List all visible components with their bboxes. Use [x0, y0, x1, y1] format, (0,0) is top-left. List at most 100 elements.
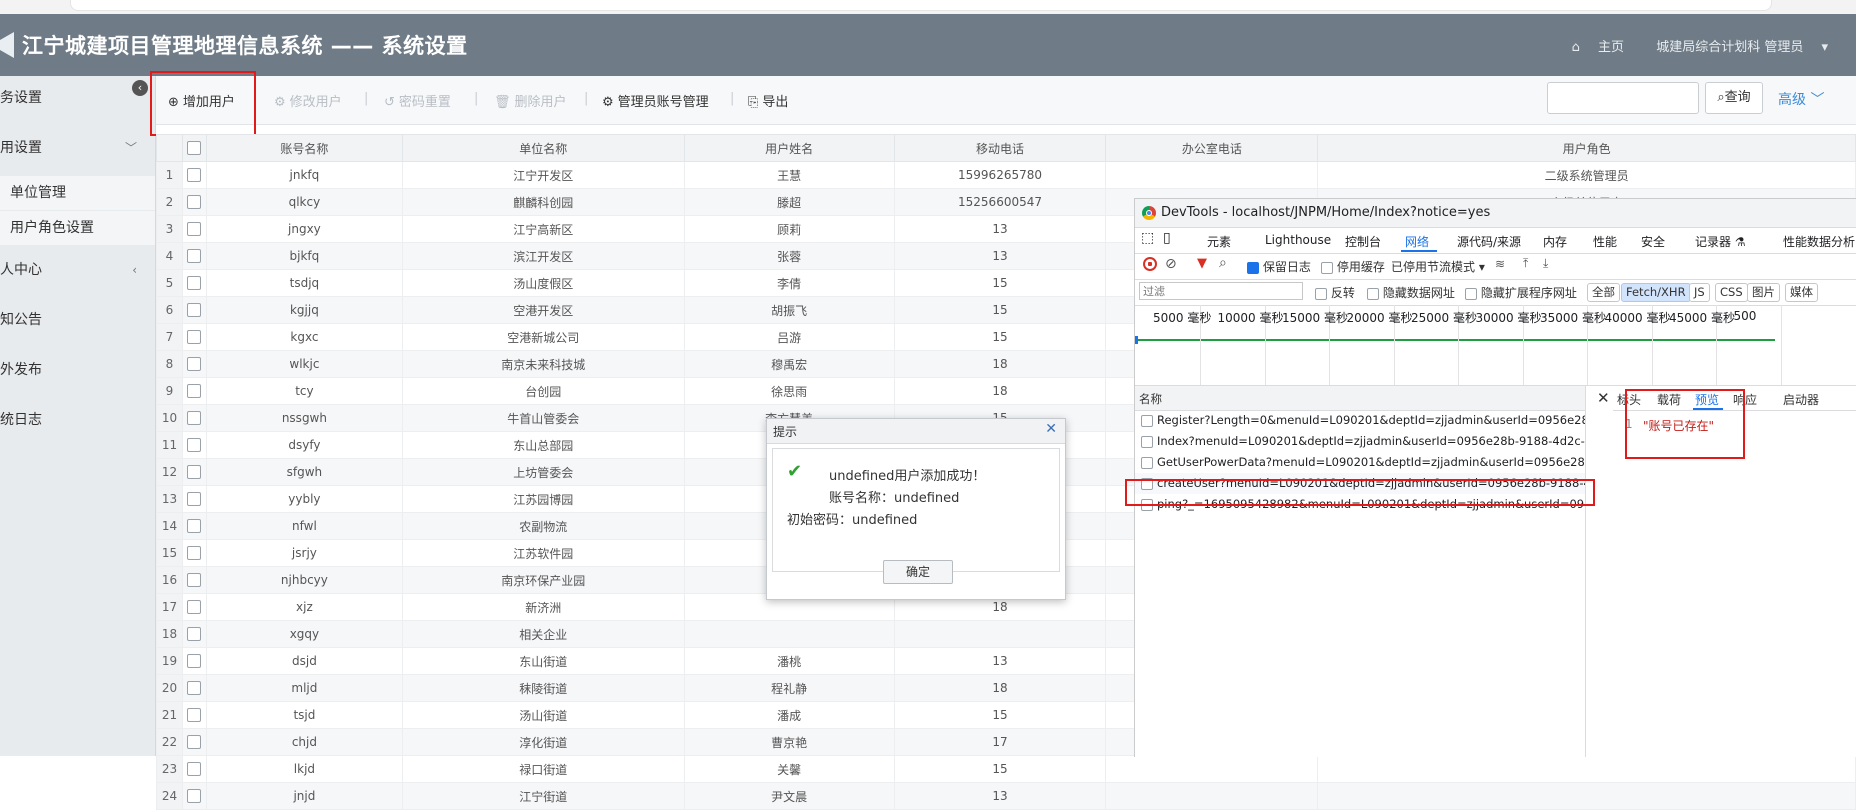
sidebar-item-system-log[interactable]: 统日志 [0, 398, 155, 442]
tab-console[interactable]: 控制台 [1345, 233, 1381, 250]
column-header-mobile[interactable]: 移动电话 [893, 134, 1107, 162]
row-checkbox[interactable] [181, 620, 207, 648]
row-checkbox[interactable] [181, 323, 207, 351]
checkbox[interactable] [187, 330, 202, 345]
column-header-account[interactable]: 账号名称 [205, 134, 403, 162]
advanced-search-link[interactable]: 高级 ﹀ [1778, 89, 1824, 109]
tab-sources[interactable]: 源代码/来源 [1457, 233, 1521, 250]
row-checkbox[interactable] [181, 350, 207, 378]
checkbox[interactable] [187, 681, 202, 696]
filter-type-css[interactable]: CSS [1715, 283, 1748, 302]
checkbox[interactable] [187, 600, 202, 615]
table-row[interactable]: 1 jnkfq 江宁开发区 王慧 15996265780 二级系统管理员 [156, 161, 1856, 189]
tab-network[interactable]: 网络 [1405, 233, 1429, 250]
request-row[interactable]: Register?Length=0&menuId=L090201&deptId=… [1135, 410, 1585, 431]
row-checkbox[interactable] [181, 701, 207, 729]
admin-accounts-button[interactable]: ⚙ 管理员账号管理 [602, 91, 709, 110]
row-checkbox[interactable] [181, 188, 207, 216]
column-header-name[interactable]: 用户姓名 [683, 134, 895, 162]
table-row[interactable]: 23 lkjd 禄口街道 关馨 15 [156, 755, 1856, 783]
home-link[interactable]: ⌂ 主页 [1572, 40, 1638, 55]
checkbox[interactable] [187, 789, 202, 804]
row-checkbox[interactable] [181, 485, 207, 513]
tab-performance-insights[interactable]: 性能数据分析 [1783, 233, 1855, 250]
sidebar-item-app-settings[interactable]: 用设置 ﹀ [0, 126, 155, 170]
checkbox[interactable] [187, 492, 202, 507]
sidebar-item-user-role-settings[interactable]: 用户角色设置 [0, 211, 155, 245]
checkbox[interactable] [187, 465, 202, 480]
query-button[interactable]: ⌕查询 [1705, 82, 1763, 114]
download-icon[interactable]: ⤓ [1543, 256, 1548, 271]
checkbox[interactable] [187, 627, 202, 642]
checkbox[interactable] [187, 195, 202, 210]
tab-elements[interactable]: 元素 [1207, 233, 1231, 250]
tab-initiator[interactable]: 启动器 [1783, 391, 1819, 408]
checkbox[interactable] [187, 708, 202, 723]
tab-recorder[interactable]: 记录器 ⚗ [1695, 233, 1746, 250]
checkbox[interactable] [187, 357, 202, 372]
sidebar-item-business[interactable]: 务设置 [0, 76, 155, 120]
checkbox[interactable] [187, 654, 202, 669]
user-menu[interactable]: 城建局综合计划科 管理员 ▾ [1656, 40, 1842, 55]
row-checkbox[interactable] [181, 566, 207, 594]
request-row[interactable]: GetUserPowerData?menuId=L090201&deptId=z… [1135, 452, 1585, 473]
export-button[interactable]: ⎘ 导出 [748, 91, 788, 110]
filter-type-fetch-xhr[interactable]: Fetch/XHR [1621, 283, 1691, 302]
row-checkbox[interactable] [181, 728, 207, 756]
column-header-office[interactable]: 办公室电话 [1105, 134, 1319, 162]
row-checkbox[interactable] [181, 539, 207, 567]
checkbox[interactable] [187, 438, 202, 453]
tab-performance[interactable]: 性能 [1593, 233, 1617, 250]
invert-checkbox[interactable]: 反转 [1315, 284, 1355, 301]
row-checkbox[interactable] [181, 674, 207, 702]
tab-lighthouse[interactable]: Lighthouse [1265, 233, 1331, 247]
collapse-sidebar-icon[interactable]: ‹ [132, 80, 148, 96]
checkbox[interactable] [187, 411, 202, 426]
close-icon[interactable]: ✕ [1597, 389, 1610, 407]
filter-type-js[interactable]: JS [1689, 283, 1710, 302]
row-checkbox[interactable] [181, 215, 207, 243]
row-checkbox[interactable] [181, 431, 207, 459]
row-checkbox[interactable] [181, 647, 207, 675]
checkbox[interactable] [187, 573, 202, 588]
hide-data-urls-checkbox[interactable]: 隐藏数据网址 [1367, 284, 1455, 301]
row-checkbox[interactable] [181, 269, 207, 297]
throttle-select[interactable]: 已停用节流模式 ▾ [1391, 258, 1485, 275]
checkbox[interactable] [187, 519, 202, 534]
sidebar-item-notices[interactable]: 知公告 [0, 298, 155, 342]
row-checkbox[interactable] [181, 782, 207, 810]
checkbox[interactable] [187, 222, 202, 237]
edit-user-button[interactable]: ⚙ 修改用户 [274, 91, 342, 110]
filter-input[interactable] [1139, 282, 1303, 300]
preserve-log-checkbox[interactable]: 保留日志 [1247, 258, 1311, 275]
ok-button[interactable]: 确定 [883, 560, 953, 584]
reset-password-button[interactable]: ↺ 密码重置 [384, 91, 451, 110]
hide-extension-urls-checkbox[interactable]: 隐藏扩展程序网址 [1465, 284, 1577, 301]
row-checkbox[interactable] [181, 512, 207, 540]
record-icon[interactable] [1143, 257, 1157, 271]
sidebar-item-personal-center[interactable]: 人中心 ‹ [0, 248, 155, 292]
tab-security[interactable]: 安全 [1641, 233, 1665, 250]
filter-icon[interactable]: ▼ [1197, 256, 1207, 271]
row-checkbox[interactable] [181, 593, 207, 621]
column-header-unit[interactable]: 单位名称 [401, 134, 685, 162]
wifi-icon[interactable]: ≋ [1495, 257, 1505, 271]
column-header-role[interactable]: 用户角色 [1317, 134, 1856, 162]
row-checkbox[interactable] [181, 161, 207, 189]
row-checkbox[interactable] [181, 404, 207, 432]
request-row[interactable]: Index?menuId=L090201&deptId=zjjadmin&use… [1135, 431, 1585, 452]
filter-type-all[interactable]: 全部 [1587, 283, 1620, 302]
filter-type-media[interactable]: 媒体 [1785, 283, 1818, 302]
checkbox[interactable] [187, 762, 202, 777]
filter-type-img[interactable]: 图片 [1747, 283, 1780, 302]
device-toggle-icon[interactable]: ▯ [1163, 230, 1171, 246]
close-icon[interactable]: ✕ [1045, 421, 1057, 437]
row-checkbox[interactable] [181, 242, 207, 270]
upload-icon[interactable]: ⤒ [1523, 256, 1528, 271]
table-row[interactable]: 24 jnjd 江宁街道 尹文晨 13 [156, 782, 1856, 810]
row-checkbox[interactable] [181, 755, 207, 783]
checkbox[interactable] [187, 168, 202, 183]
inspect-icon[interactable]: ⬚ [1141, 230, 1154, 246]
checkbox[interactable] [187, 384, 202, 399]
sidebar-item-unit-management[interactable]: 单位管理 [0, 176, 155, 210]
